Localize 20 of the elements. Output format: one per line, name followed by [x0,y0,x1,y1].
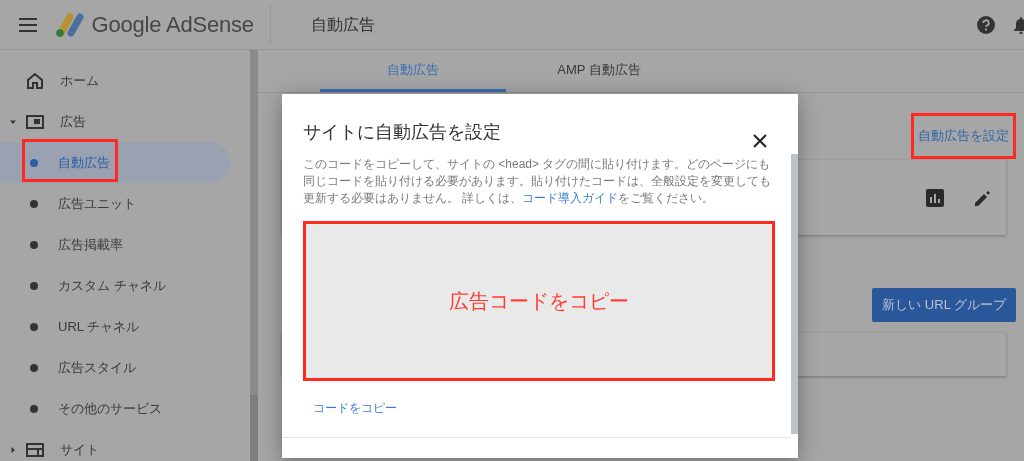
sidebar-item[interactable]: 自動広告 [0,142,230,183]
copy-code-link[interactable]: コードをコピー [313,399,397,417]
sidebar-item[interactable]: 広告掲載率 [0,224,230,265]
dialog-title: サイトに自動広告を設定 [303,121,501,144]
sidebar-item[interactable]: サイト [0,429,230,461]
page-title: 自動広告 [310,14,375,35]
dialog-description: このコードをコピーして、サイトの <head> タグの間に貼り付けます。どのページにも同じコードを貼り付ける必要があります。貼り付けたコードは、全般設定を変更しても更新する必要はありません。 詳しくは、コード導入ガイドをご覧ください。 [303,156,772,207]
tab[interactable]: AMP 自動広告 [506,50,692,92]
sidebar-item[interactable]: カスタム チャネル [0,265,230,306]
new-group-button[interactable]: 新しい URL グループ [872,288,1016,322]
sidebar-item[interactable]: 広告スタイル [0,347,230,388]
sidebar-item[interactable]: 広告 [0,101,230,142]
guide-link[interactable]: コード導入ガイド [522,191,619,205]
sidebar-item[interactable]: その他のサービス [0,388,230,429]
setup-link[interactable]: 自動広告を設定 [911,113,1016,159]
sidebar-item[interactable]: 広告ユニット [0,183,230,224]
sidebar-item[interactable]: URL チャネル [0,306,230,347]
product-name: Google AdSense [91,11,254,39]
code-area-label: 広告コードをコピー [449,289,629,314]
sidebar-item[interactable]: ホーム [0,60,230,101]
